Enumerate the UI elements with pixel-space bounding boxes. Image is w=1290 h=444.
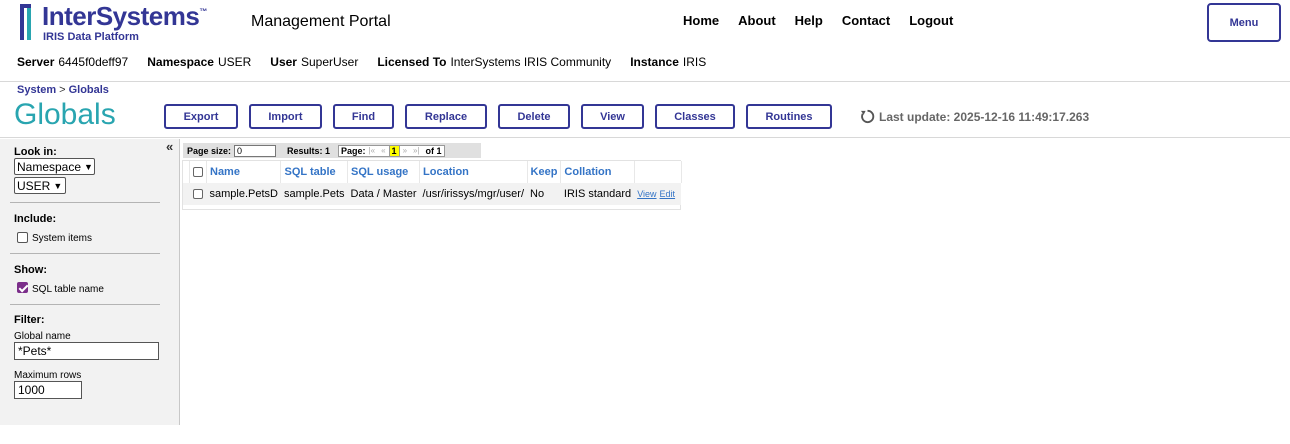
cell-name: sample.PetsD: [206, 183, 281, 205]
next-page-icon[interactable]: »: [403, 146, 407, 155]
global-name-label: Global name: [14, 331, 71, 342]
last-update-text: Last update: 2025-12-16 11:49:17.263: [879, 109, 1090, 124]
column-sql-table[interactable]: SQL table: [280, 161, 349, 183]
cell-location: /usr/irissys/mgr/user/: [419, 183, 528, 205]
first-page-icon[interactable]: |«: [369, 146, 376, 155]
globals-table: Name SQL table SQL usage Location Keep C…: [183, 161, 682, 205]
user-info: User SuperUser: [270, 55, 359, 69]
routines-button[interactable]: Routines: [746, 104, 832, 129]
nav-about[interactable]: About: [738, 13, 776, 28]
system-items-checkbox[interactable]: [17, 232, 28, 243]
logo-name: InterSystems™: [42, 1, 207, 31]
info-bar: Server 6445f0deff97 Namespace USER User Sup…: [17, 55, 725, 69]
page-size-input[interactable]: 0: [234, 144, 277, 157]
divider: [10, 202, 160, 203]
system-items-label: System items: [32, 233, 93, 244]
title-divider: [0, 137, 1290, 138]
page-size-label: Page size:: [187, 145, 232, 156]
divider: [10, 304, 160, 305]
breadcrumb: System > Globals: [17, 84, 109, 96]
top-nav: Home About Help Contact Logout: [683, 13, 972, 28]
current-page[interactable]: 1: [388, 144, 400, 157]
table-header-row: Name SQL table SQL usage Location Keep C…: [183, 161, 682, 183]
chevron-down-icon: ▼: [84, 161, 93, 172]
view-button[interactable]: View: [581, 104, 644, 129]
column-keep[interactable]: Keep: [527, 161, 562, 183]
instance-info: Instance IRIS: [630, 55, 707, 69]
include-label: Include:: [14, 213, 57, 225]
cell-collation: IRIS standard: [560, 183, 635, 205]
look-in-type-select[interactable]: Namespace ▼: [14, 158, 95, 175]
prev-page-icon[interactable]: «: [381, 146, 385, 155]
view-link[interactable]: View: [637, 189, 656, 199]
cell-sql-usage: Data / Master: [347, 183, 420, 205]
column-actions: [634, 161, 682, 183]
row-checkbox[interactable]: [192, 189, 203, 200]
show-label: Show:: [14, 264, 47, 276]
nav-home[interactable]: Home: [683, 13, 719, 28]
export-button[interactable]: Export: [164, 104, 238, 129]
look-in-label: Look in:: [14, 146, 57, 158]
maximum-rows-label: Maximum rows: [14, 370, 82, 381]
column-collation[interactable]: Collation: [560, 161, 635, 183]
collapse-panel-icon[interactable]: «: [166, 139, 173, 154]
license-info: Licensed To InterSystems IRIS Community: [377, 55, 612, 69]
server-info: Server 6445f0deff97: [17, 55, 129, 69]
breadcrumb-system[interactable]: System: [17, 84, 56, 96]
namespace-info: Namespace USER: [147, 55, 252, 69]
import-button[interactable]: Import: [249, 104, 322, 129]
column-location[interactable]: Location: [419, 161, 528, 183]
results-count: Results: 1: [287, 145, 331, 156]
pager-bar: Page size: 0 Results: 1 Page: |« « 1 » »…: [183, 143, 481, 158]
chevron-down-icon: ▼: [53, 180, 63, 191]
last-update: Last update: 2025-12-16 11:49:17.263: [860, 109, 1089, 124]
breadcrumb-globals[interactable]: Globals: [69, 84, 109, 96]
edit-link[interactable]: Edit: [660, 189, 676, 199]
nav-contact[interactable]: Contact: [842, 13, 890, 28]
sql-table-name-label: SQL table name: [32, 284, 104, 295]
breadcrumb-separator: >: [59, 84, 66, 96]
sql-table-name-checkbox[interactable]: [17, 282, 28, 293]
column-sql-usage[interactable]: SQL usage: [347, 161, 421, 183]
left-panel: « Look in: Namespace ▼ USER ▼ Include: Sys…: [0, 139, 180, 425]
replace-button[interactable]: Replace: [405, 104, 487, 129]
maximum-rows-input[interactable]: 1000: [14, 381, 82, 399]
cell-actions: View Edit: [634, 183, 682, 205]
intersystems-logo[interactable]: InterSystems™ IRIS Data Platform: [18, 1, 218, 43]
page-title: Globals: [14, 98, 116, 131]
portal-title: Management Portal: [251, 13, 391, 30]
logo-subtitle: IRIS Data Platform: [43, 31, 139, 43]
cell-keep: No: [527, 183, 561, 205]
header: InterSystems™ IRIS Data Platform Managem…: [0, 0, 1290, 82]
select-all-checkbox[interactable]: [193, 167, 203, 178]
classes-button[interactable]: Classes: [655, 104, 735, 129]
header-select-all: [189, 161, 207, 183]
row-select-cell: [189, 183, 207, 205]
page-navigator: Page: |« « 1 » »| of 1: [338, 144, 445, 157]
menu-button[interactable]: Menu: [1207, 3, 1281, 42]
delete-button[interactable]: Delete: [498, 104, 570, 129]
cell-sql-table: sample.Pets: [280, 183, 348, 205]
page-count: of 1: [425, 145, 442, 156]
find-button[interactable]: Find: [333, 104, 394, 129]
nav-help[interactable]: Help: [795, 13, 823, 28]
last-page-icon[interactable]: »|: [413, 146, 420, 155]
table-row[interactable]: sample.PetsD sample.Pets Data / Master /…: [183, 183, 682, 205]
global-name-input[interactable]: *Pets*: [14, 342, 159, 360]
refresh-icon[interactable]: [860, 109, 875, 124]
logo-mark-icon: [20, 4, 31, 40]
filter-label: Filter:: [14, 314, 45, 326]
namespace-select[interactable]: USER ▼: [14, 177, 66, 194]
column-name[interactable]: Name: [206, 161, 282, 183]
page-label: Page:: [341, 145, 366, 156]
divider: [10, 253, 160, 254]
nav-logout[interactable]: Logout: [909, 13, 953, 28]
